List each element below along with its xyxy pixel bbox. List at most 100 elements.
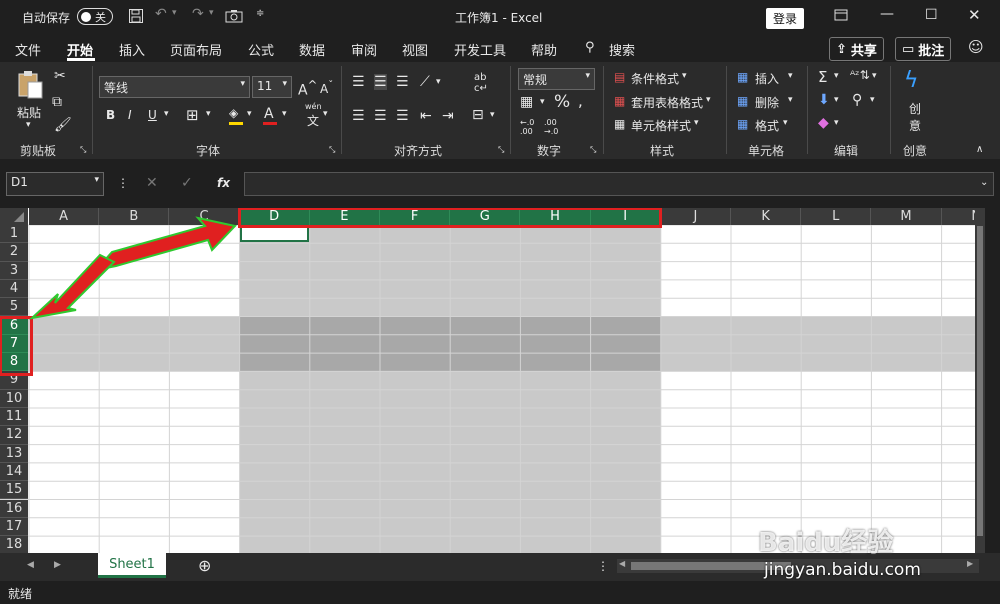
- bold-button[interactable]: B: [106, 108, 115, 122]
- menu-help[interactable]: 帮助: [531, 40, 557, 59]
- accounting-dropdown-icon[interactable]: ▾: [540, 97, 545, 107]
- cell-styles-dropdown-icon[interactable]: ▾: [694, 118, 699, 128]
- cut-icon[interactable]: ✂: [54, 68, 66, 84]
- format-table-button[interactable]: 套用表格格式: [631, 94, 703, 111]
- row-header-16[interactable]: 16: [0, 499, 28, 518]
- paste-label[interactable]: 粘贴: [17, 104, 41, 121]
- orientation-dropdown-icon[interactable]: ▾: [436, 77, 441, 87]
- number-format-box[interactable]: 常规 ▾: [518, 68, 595, 90]
- row-header-15[interactable]: 15: [0, 481, 28, 500]
- row-header-13[interactable]: 13: [0, 444, 28, 463]
- menu-data[interactable]: 数据: [299, 40, 325, 59]
- minimize-icon[interactable]: —: [880, 6, 894, 22]
- increase-indent-icon[interactable]: ⇥: [442, 108, 454, 124]
- format-cells-button[interactable]: 格式: [755, 117, 779, 134]
- row-header-11[interactable]: 11: [0, 408, 28, 427]
- underline-button[interactable]: U: [148, 108, 157, 122]
- phonetic-dropdown-icon[interactable]: ▾: [323, 109, 328, 119]
- border-dropdown-icon[interactable]: ▾: [206, 109, 211, 119]
- decrease-decimal-icon[interactable]: .00 →.0: [544, 118, 558, 136]
- row-header-18[interactable]: 18: [0, 536, 28, 553]
- align-center-icon[interactable]: ☰: [374, 108, 387, 124]
- font-color-button[interactable]: A: [264, 106, 274, 122]
- column-header-l[interactable]: L: [801, 208, 872, 225]
- row-header-14[interactable]: 14: [0, 462, 28, 482]
- paste-dropdown-icon[interactable]: ▾: [26, 120, 31, 130]
- camera-icon[interactable]: [225, 8, 243, 28]
- tab-splitter-icon[interactable]: ⋮: [597, 559, 609, 573]
- scroll-right-icon[interactable]: ▶: [967, 559, 973, 568]
- share-button[interactable]: ⇪ 共享: [829, 37, 884, 61]
- lightning-icon[interactable]: ϟ: [904, 68, 919, 93]
- undo-icon[interactable]: ↶: [155, 6, 167, 22]
- insert-dropdown-icon[interactable]: ▾: [788, 71, 793, 81]
- conditional-format-button[interactable]: 条件格式: [631, 70, 679, 87]
- save-icon[interactable]: [128, 8, 144, 28]
- sort-filter-icon[interactable]: ᴬᶻ⇅: [850, 68, 870, 82]
- redo-icon[interactable]: ↷: [192, 6, 204, 22]
- prev-sheet-icon[interactable]: ◀: [27, 560, 34, 570]
- login-button[interactable]: 登录: [766, 8, 805, 29]
- fill-color-icon[interactable]: ◈: [229, 106, 238, 120]
- align-top-icon[interactable]: ☰: [352, 74, 365, 90]
- phonetic-button[interactable]: wén: [305, 102, 322, 111]
- delete-cells-button[interactable]: 删除: [755, 94, 779, 111]
- fill-icon[interactable]: ⬇: [818, 92, 830, 108]
- row-header-10[interactable]: 10: [0, 389, 28, 408]
- underline-dropdown-icon[interactable]: ▾: [164, 109, 169, 119]
- accounting-icon[interactable]: ▦: [520, 94, 533, 110]
- conditional-dropdown-icon[interactable]: ▾: [682, 71, 687, 81]
- font-size-box[interactable]: 11 ▾: [252, 76, 292, 98]
- menu-file[interactable]: 文件: [15, 40, 41, 59]
- menu-home[interactable]: 开始: [67, 40, 93, 59]
- format-painter-icon[interactable]: 🖌: [54, 117, 72, 133]
- smiley-icon[interactable]: ☺: [968, 38, 984, 56]
- customize-toolbar-icon[interactable]: ≑: [256, 8, 264, 19]
- menu-search[interactable]: 搜索: [609, 40, 635, 59]
- paste-icon[interactable]: [16, 70, 44, 104]
- vertical-scrollbar[interactable]: [975, 208, 985, 553]
- column-header-j[interactable]: J: [660, 208, 731, 225]
- menu-page-layout[interactable]: 页面布局: [170, 40, 222, 59]
- comma-style-icon[interactable]: ,: [578, 92, 583, 110]
- autosum-dropdown-icon[interactable]: ▾: [834, 71, 839, 81]
- menu-view[interactable]: 视图: [402, 40, 428, 59]
- font-color-dropdown-icon[interactable]: ▾: [282, 109, 287, 119]
- ribbon-display-icon[interactable]: [834, 8, 848, 26]
- sort-dropdown-icon[interactable]: ▾: [872, 71, 877, 81]
- fill-dropdown-icon[interactable]: ▾: [247, 109, 252, 119]
- align-left-icon[interactable]: ☰: [352, 108, 365, 124]
- alignment-launcher-icon[interactable]: ⤡: [498, 145, 504, 155]
- sheet-tab-sheet1[interactable]: Sheet1: [98, 553, 166, 578]
- row-header-17[interactable]: 17: [0, 517, 28, 537]
- menu-developer[interactable]: 开发工具: [454, 40, 506, 59]
- vertical-scroll-thumb[interactable]: [977, 226, 983, 536]
- insert-cells-button[interactable]: 插入: [755, 70, 779, 87]
- merge-dropdown-icon[interactable]: ▾: [490, 110, 495, 120]
- formula-input[interactable]: [244, 172, 994, 196]
- clear-icon[interactable]: ◆: [818, 115, 829, 131]
- creativity-button-1[interactable]: 创: [909, 100, 921, 117]
- creativity-button-2[interactable]: 意: [909, 117, 921, 134]
- menu-insert[interactable]: 插入: [119, 40, 145, 59]
- font-launcher-icon[interactable]: ⤡: [329, 145, 335, 155]
- grow-font-icon[interactable]: A^: [298, 78, 317, 99]
- conditional-format-icon[interactable]: ▤: [614, 70, 625, 84]
- collapse-ribbon-icon[interactable]: ∧: [976, 144, 983, 155]
- italic-button[interactable]: I: [128, 108, 132, 122]
- find-icon[interactable]: ⚲: [852, 92, 862, 108]
- column-header-m[interactable]: M: [871, 208, 942, 225]
- merge-center-icon[interactable]: ⊟: [472, 107, 484, 123]
- increase-decimal-icon[interactable]: ←.0.00: [520, 118, 534, 136]
- name-box[interactable]: D1 ▾: [6, 172, 104, 196]
- add-sheet-icon[interactable]: ⊕: [198, 556, 211, 575]
- autosum-icon[interactable]: Σ: [818, 68, 827, 86]
- align-middle-icon[interactable]: ☰: [374, 74, 387, 90]
- undo-dropdown-icon[interactable]: ▾: [172, 8, 177, 18]
- menu-formulas[interactable]: 公式: [248, 40, 274, 59]
- delete-dropdown-icon[interactable]: ▾: [788, 95, 793, 105]
- number-launcher-icon[interactable]: ⤡: [590, 145, 596, 155]
- search-icon[interactable]: ⚲: [585, 40, 595, 55]
- orientation-icon[interactable]: ⟋: [420, 74, 430, 90]
- redo-dropdown-icon[interactable]: ▾: [209, 8, 214, 18]
